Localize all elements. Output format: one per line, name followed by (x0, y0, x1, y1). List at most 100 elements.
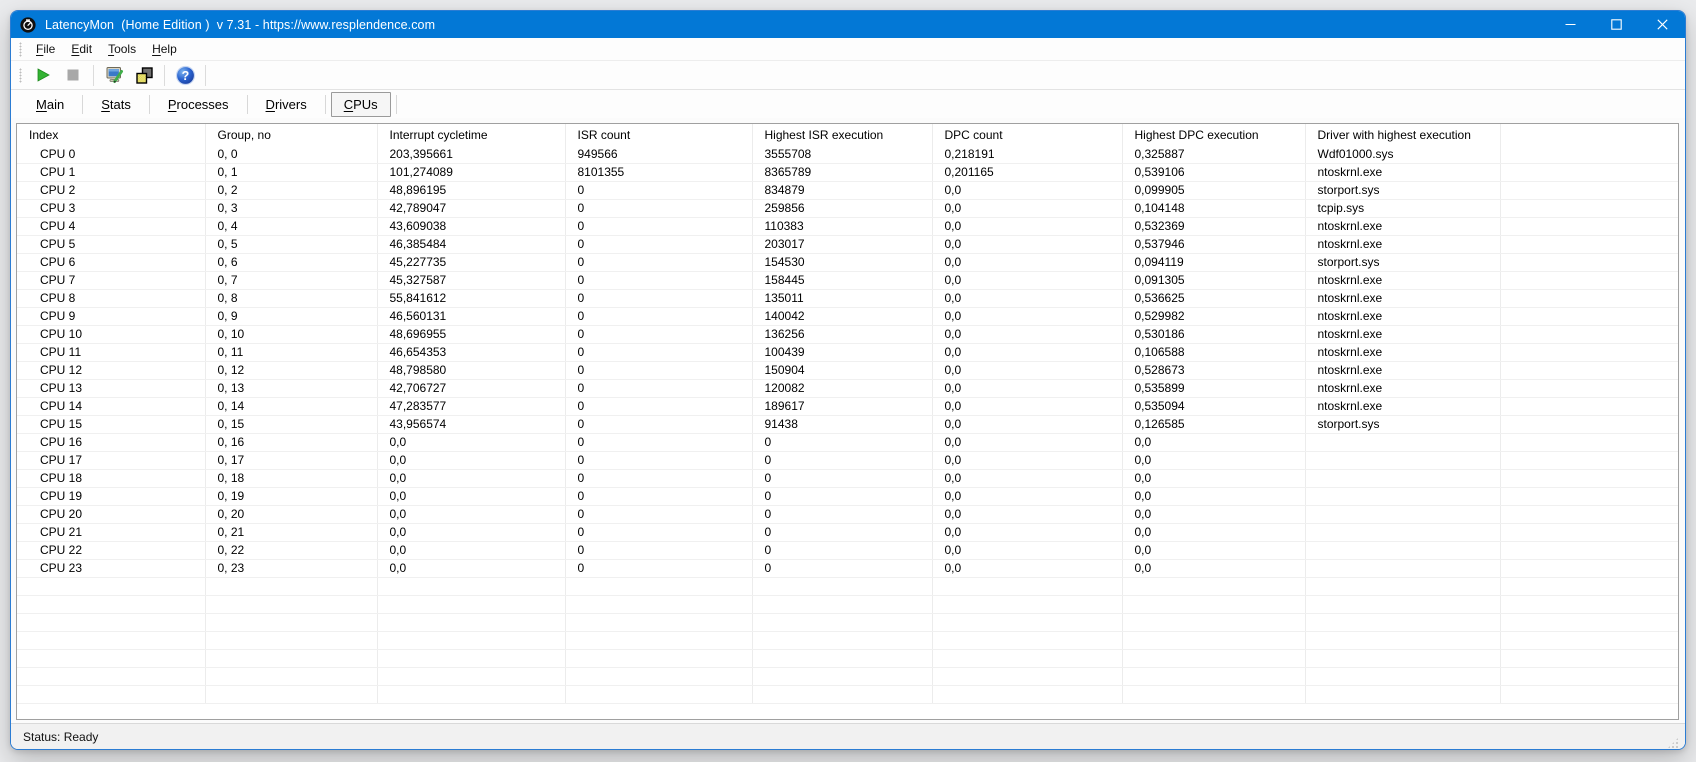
titlebar[interactable]: LatencyMon (Home Edition ) v 7.31 - http… (11, 11, 1685, 38)
tab-stats[interactable]: Stats (88, 92, 144, 117)
column-header-driver[interactable]: Driver with highest execution (1305, 124, 1501, 145)
cell-interrupt-cycletime (377, 667, 566, 686)
table-header-row: Index Group, no Interrupt cycletime ISR … (17, 124, 1678, 145)
table-row-empty[interactable] (17, 667, 1678, 686)
column-header-group-no[interactable]: Group, no (205, 124, 378, 145)
table-row-empty[interactable] (17, 631, 1678, 650)
menu-gripper[interactable] (19, 41, 22, 57)
menu-help[interactable]: Help (144, 39, 185, 59)
cell-highest-dpc-execution: 0,529982 (1122, 307, 1306, 326)
cell-isr-count (565, 613, 753, 632)
cell-driver (1305, 451, 1501, 470)
cell-interrupt-cycletime (377, 577, 566, 596)
column-header-isr-count[interactable]: ISR count (565, 124, 753, 145)
cell-driver (1305, 487, 1501, 506)
table-row-cpu-0[interactable]: CPU 0 0, 0 203,395661 949566 3555708 0,218191… (17, 145, 1678, 164)
cell-index: CPU 5 (17, 235, 206, 254)
table-row-cpu-18[interactable]: CPU 18 0, 18 0,0 0 0 0,0 0,0 (17, 469, 1678, 488)
cell-dpc-count: 0,0 (932, 487, 1123, 506)
table-row-cpu-13[interactable]: CPU 13 0, 13 42,706727 0 120082 0,0 0,535899 nt… (17, 379, 1678, 398)
table-row-cpu-11[interactable]: CPU 11 0, 11 46,654353 0 100439 0,0 0,106588 nt… (17, 343, 1678, 362)
table-row-empty[interactable] (17, 649, 1678, 668)
cell-filler (1500, 559, 1678, 578)
table-row-cpu-6[interactable]: CPU 6 0, 6 45,227735 0 154530 0,0 0,094119 stor… (17, 253, 1678, 272)
cell-driver: ntoskrnl.exe (1305, 289, 1501, 308)
report-tool-button[interactable] (99, 63, 129, 88)
close-button[interactable] (1639, 11, 1685, 38)
cell-isr-count: 0 (565, 271, 753, 290)
table-row-cpu-4[interactable]: CPU 4 0, 4 43,609038 0 110383 0,0 0,532369 ntos… (17, 217, 1678, 236)
cell-filler (1500, 433, 1678, 452)
tab-main[interactable]: Main (23, 92, 77, 117)
cell-highest-dpc-execution (1122, 667, 1306, 686)
table-row-cpu-14[interactable]: CPU 14 0, 14 47,283577 0 189617 0,0 0,535094 nt… (17, 397, 1678, 416)
menu-edit[interactable]: Edit (63, 39, 100, 59)
cell-dpc-count: 0,0 (932, 451, 1123, 470)
cell-isr-count: 0 (565, 523, 753, 542)
cell-highest-isr-execution: 0 (752, 559, 933, 578)
menu-file[interactable]: File (28, 39, 63, 59)
cell-filler (1500, 595, 1678, 614)
table-row-cpu-23[interactable]: CPU 23 0, 23 0,0 0 0 0,0 0,0 (17, 559, 1678, 578)
table-row-cpu-7[interactable]: CPU 7 0, 7 45,327587 0 158445 0,0 0,091305 ntos… (17, 271, 1678, 290)
help-button[interactable]: ? (170, 63, 200, 88)
table-row-empty[interactable] (17, 577, 1678, 596)
table-row-cpu-5[interactable]: CPU 5 0, 5 46,385484 0 203017 0,0 0,537946 ntos… (17, 235, 1678, 254)
table-row-empty[interactable] (17, 685, 1678, 704)
cell-isr-count: 0 (565, 397, 753, 416)
column-header-index[interactable]: Index (17, 124, 206, 145)
table-row-cpu-9[interactable]: CPU 9 0, 9 46,560131 0 140042 0,0 0,529982 ntos… (17, 307, 1678, 326)
table-row-empty[interactable] (17, 613, 1678, 632)
table-row-cpu-21[interactable]: CPU 21 0, 21 0,0 0 0 0,0 0,0 (17, 523, 1678, 542)
cell-dpc-count: 0,0 (932, 253, 1123, 272)
cell-interrupt-cycletime (377, 595, 566, 614)
table-row-cpu-3[interactable]: CPU 3 0, 3 42,789047 0 259856 0,0 0,104148 tcpi… (17, 199, 1678, 218)
cell-index: CPU 14 (17, 397, 206, 416)
copy-window-button[interactable] (129, 63, 159, 88)
resize-grip[interactable] (1667, 737, 1679, 749)
tab-processes-label: P (167, 96, 177, 112)
column-header-dpc-count[interactable]: DPC count (932, 124, 1123, 145)
table-row-cpu-8[interactable]: CPU 8 0, 8 55,841612 0 135011 0,0 0,536625 ntos… (17, 289, 1678, 308)
menu-tools[interactable]: Tools (100, 39, 144, 59)
menu-help-label: H (152, 42, 161, 56)
tab-cpus[interactable]: CPUs (330, 91, 391, 117)
table-row-cpu-16[interactable]: CPU 16 0, 16 0,0 0 0 0,0 0,0 (17, 433, 1678, 452)
table-row-cpu-10[interactable]: CPU 10 0, 10 48,696955 0 136256 0,0 0,530186 nt… (17, 325, 1678, 344)
cell-highest-isr-execution: 834879 (752, 181, 933, 200)
table-row-cpu-22[interactable]: CPU 22 0, 22 0,0 0 0 0,0 0,0 (17, 541, 1678, 560)
tab-drivers[interactable]: Drivers (253, 92, 320, 117)
cell-filler (1500, 199, 1678, 218)
minimize-button[interactable] (1547, 11, 1593, 38)
cell-index (17, 595, 206, 614)
cell-highest-dpc-execution (1122, 613, 1306, 632)
column-header-highest-isr-execution[interactable]: Highest ISR execution (752, 124, 933, 145)
toolbar-gripper[interactable] (19, 67, 22, 83)
table-row-cpu-2[interactable]: CPU 2 0, 2 48,896195 0 834879 0,0 0,099905 stor… (17, 181, 1678, 200)
maximize-button[interactable] (1593, 11, 1639, 38)
cell-isr-count (565, 649, 753, 668)
stop-monitor-button[interactable] (58, 63, 88, 88)
cell-driver: ntoskrnl.exe (1305, 163, 1501, 182)
table-row-cpu-15[interactable]: CPU 15 0, 15 43,956574 0 91438 0,0 0,126585 sto… (17, 415, 1678, 434)
table-row-cpu-12[interactable]: CPU 12 0, 12 48,798580 0 150904 0,0 0,528673 nt… (17, 361, 1678, 380)
cell-filler (1500, 667, 1678, 686)
cell-filler (1500, 181, 1678, 200)
table-row-cpu-17[interactable]: CPU 17 0, 17 0,0 0 0 0,0 0,0 (17, 451, 1678, 470)
tab-processes[interactable]: Processes (155, 92, 242, 117)
stop-icon (67, 69, 79, 81)
cell-highest-isr-execution: 0 (752, 469, 933, 488)
cell-index (17, 667, 206, 686)
table-row-empty[interactable] (17, 595, 1678, 614)
table-row-cpu-1[interactable]: CPU 1 0, 1 101,274089 8101355 8365789 0,20116… (17, 163, 1678, 182)
column-header-highest-dpc-execution[interactable]: Highest DPC execution (1122, 124, 1306, 145)
cell-driver: tcpip.sys (1305, 199, 1501, 218)
cell-interrupt-cycletime: 46,654353 (377, 343, 566, 362)
table-row-cpu-20[interactable]: CPU 20 0, 20 0,0 0 0 0,0 0,0 (17, 505, 1678, 524)
cell-driver (1305, 685, 1501, 704)
table-row-cpu-19[interactable]: CPU 19 0, 19 0,0 0 0 0,0 0,0 (17, 487, 1678, 506)
cell-dpc-count: 0,0 (932, 343, 1123, 362)
cell-highest-dpc-execution: 0,091305 (1122, 271, 1306, 290)
start-monitor-button[interactable] (28, 63, 58, 88)
column-header-interrupt-cycletime[interactable]: Interrupt cycletime (377, 124, 566, 145)
